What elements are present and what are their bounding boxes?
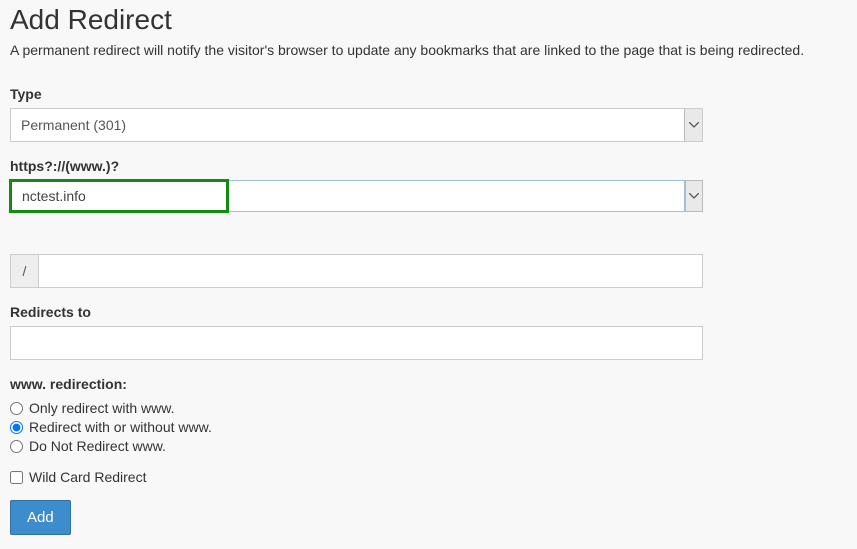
- radio-do-not-redirect-www[interactable]: [10, 440, 23, 453]
- page-description: A permanent redirect will notify the vis…: [10, 42, 847, 58]
- add-button[interactable]: Add: [10, 500, 71, 535]
- path-row: /: [10, 254, 703, 288]
- www-redirection-label: www. redirection:: [10, 376, 847, 392]
- type-select-value[interactable]: [11, 109, 684, 141]
- wildcard-checkbox[interactable]: [10, 471, 23, 484]
- radio-only-www-label: Only redirect with www.: [29, 400, 174, 416]
- chevron-down-icon[interactable]: [685, 180, 703, 212]
- wildcard-label: Wild Card Redirect: [29, 469, 146, 485]
- path-input[interactable]: [38, 254, 703, 288]
- domain-select-empty-area[interactable]: [227, 181, 684, 211]
- redirects-to-label: Redirects to: [10, 304, 847, 320]
- domain-select-value[interactable]: nctest.info: [9, 179, 229, 213]
- path-prefix: /: [10, 254, 38, 288]
- type-label: Type: [10, 86, 847, 102]
- radio-with-or-without-www-label: Redirect with or without www.: [29, 419, 212, 435]
- chevron-down-icon[interactable]: [684, 109, 702, 141]
- radio-only-www[interactable]: [10, 402, 23, 415]
- redirects-to-input[interactable]: [10, 326, 703, 360]
- radio-with-or-without-www[interactable]: [10, 421, 23, 434]
- domain-label: https?://(www.)?: [10, 158, 847, 174]
- type-select[interactable]: [10, 108, 703, 142]
- page-title: Add Redirect: [10, 4, 847, 36]
- domain-select[interactable]: nctest.info: [10, 180, 703, 212]
- radio-do-not-redirect-www-label: Do Not Redirect www.: [29, 438, 166, 454]
